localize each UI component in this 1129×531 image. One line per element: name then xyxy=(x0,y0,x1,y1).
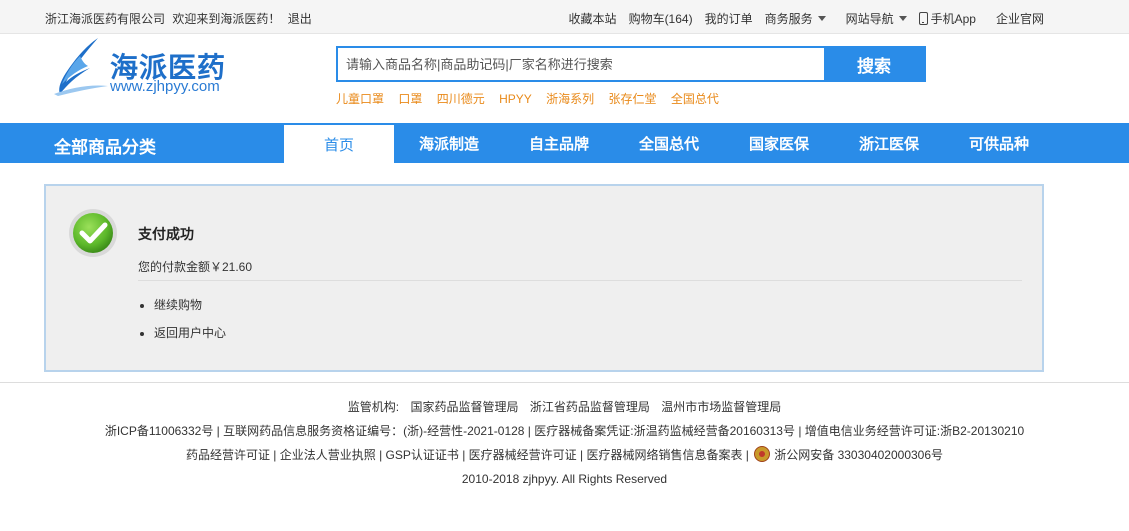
tab-national-insurance[interactable]: 国家医保 xyxy=(724,123,834,163)
footer-supervision-row: 监管机构: 国家药品监督管理局 浙江省药品监督管理局 温州市市场监督管理局 xyxy=(0,398,1129,422)
top-bar: 浙江海派医药有限公司 欢迎来到海派医药！ 退出 收藏本站 购物车(164) 我的… xyxy=(0,0,1129,34)
top-bar-left: 浙江海派医药有限公司 欢迎来到海派医药！ 退出 xyxy=(45,10,316,27)
business-services-menu[interactable]: 商务服务 xyxy=(765,10,826,27)
footer-licenses-row: 浙ICP备11006332号 | 互联网药品信息服务资格证编号：(浙)-经营性-… xyxy=(104,424,1025,438)
hotword-link[interactable]: 四川德元 xyxy=(437,92,485,106)
mobile-app-label: 手机App xyxy=(930,12,976,26)
search-button[interactable]: 搜索 xyxy=(824,48,924,80)
tab-available-varieties[interactable]: 可供品种 xyxy=(944,123,1054,163)
search-bar: 搜索 xyxy=(336,46,926,82)
user-center-label: 返回用户中心 xyxy=(154,326,227,340)
official-site-link[interactable]: 企业官网 xyxy=(996,10,1044,27)
mobile-app-link[interactable]: 手机App xyxy=(918,10,976,27)
tab-national-agent[interactable]: 全国总代 xyxy=(614,123,724,163)
supervision-label: 监管机构: xyxy=(347,400,400,414)
site-nav-label: 网站导航 xyxy=(845,12,894,26)
payment-result-panel: 支付成功 您的付款金额￥21.60 继续购物 返回用户中心 xyxy=(44,184,1044,372)
footer-copyright: 2010-2018 zjhpyy. All Rights Reserved xyxy=(461,472,668,486)
company-name: 浙江海派医药有限公司 xyxy=(45,12,166,26)
hotword-link[interactable]: 儿童口罩 xyxy=(336,92,384,106)
hotword-link[interactable]: 全国总代 xyxy=(671,92,719,106)
agency-link[interactable]: 浙江省药品监督管理局 xyxy=(530,400,650,414)
hotword-link[interactable]: 口罩 xyxy=(398,92,422,106)
hot-keywords: 儿童口罩 口罩 四川德元 HPYY 浙海系列 张存仁堂 全国总代 xyxy=(336,90,730,107)
result-links: 继续购物 返回用户中心 xyxy=(154,296,226,352)
site-nav-menu[interactable]: 网站导航 xyxy=(846,10,907,27)
chevron-down-icon xyxy=(898,16,907,21)
logout-link[interactable]: 退出 xyxy=(288,12,312,26)
phone-icon xyxy=(918,12,928,25)
cart-link[interactable]: 购物车(164) xyxy=(629,10,693,27)
tab-home[interactable]: 首页 xyxy=(284,123,394,163)
divider xyxy=(138,280,1022,281)
nav-tabs: 首页 海派制造 自主品牌 全国总代 国家医保 浙江医保 可供品种 xyxy=(284,123,1054,163)
user-center-link[interactable]: 返回用户中心 xyxy=(154,324,226,341)
police-badge-icon xyxy=(754,446,771,462)
check-icon xyxy=(69,209,117,257)
continue-shopping-label: 继续购物 xyxy=(154,298,203,312)
main-nav: 全部商品分类 首页 海派制造 自主品牌 全国总代 国家医保 浙江医保 可供品种 xyxy=(0,123,1129,163)
agency-link[interactable]: 温州市市场监督管理局 xyxy=(661,400,781,414)
footer-divider xyxy=(0,382,1129,383)
top-bar-right: 收藏本站 购物车(164) 我的订单 商务服务 网站导航 手机App 企业官网 xyxy=(557,10,1044,27)
tab-zhejiang-insurance[interactable]: 浙江医保 xyxy=(834,123,944,163)
logo-text-en: www.zjhpyy.com xyxy=(110,78,220,95)
logo-swoosh-icon xyxy=(54,38,108,96)
hotword-link[interactable]: 浙海系列 xyxy=(546,92,594,106)
police-record[interactable]: 浙公网安备 33030402000306号 xyxy=(774,448,943,462)
hotword-link[interactable]: 张存仁堂 xyxy=(608,92,656,106)
payment-success-title: 支付成功 xyxy=(138,226,194,242)
agency-link[interactable]: 国家药品监督管理局 xyxy=(410,400,518,414)
footer: 监管机构: 国家药品监督管理局 浙江省药品监督管理局 温州市市场监督管理局 浙I… xyxy=(0,398,1129,494)
hotword-link[interactable]: HPYY xyxy=(499,92,532,106)
welcome-text: 欢迎来到海派医药！ xyxy=(172,12,281,26)
orders-link[interactable]: 我的订单 xyxy=(705,10,753,27)
business-services-label: 商务服务 xyxy=(764,12,813,26)
search-input[interactable] xyxy=(338,48,826,80)
tab-own-brand[interactable]: 自主品牌 xyxy=(504,123,614,163)
certs-links[interactable]: 药品经营许可证 | 企业法人营业执照 | GSP认证证书 | 医疗器械经营许可证… xyxy=(186,448,749,462)
footer-certs-row: 药品经营许可证 | 企业法人营业执照 | GSP认证证书 | 医疗器械经营许可证… xyxy=(0,446,1129,470)
continue-shopping-link[interactable]: 继续购物 xyxy=(154,296,226,313)
bookmark-link[interactable]: 收藏本站 xyxy=(569,10,617,27)
all-categories-button[interactable]: 全部商品分类 xyxy=(54,133,156,158)
site-logo[interactable]: 海派医药 www.zjhpyy.com xyxy=(50,36,250,98)
chevron-down-icon xyxy=(817,16,826,21)
payment-amount: 您的付款金额￥21.60 xyxy=(138,260,253,274)
tab-haipai-made[interactable]: 海派制造 xyxy=(394,123,504,163)
